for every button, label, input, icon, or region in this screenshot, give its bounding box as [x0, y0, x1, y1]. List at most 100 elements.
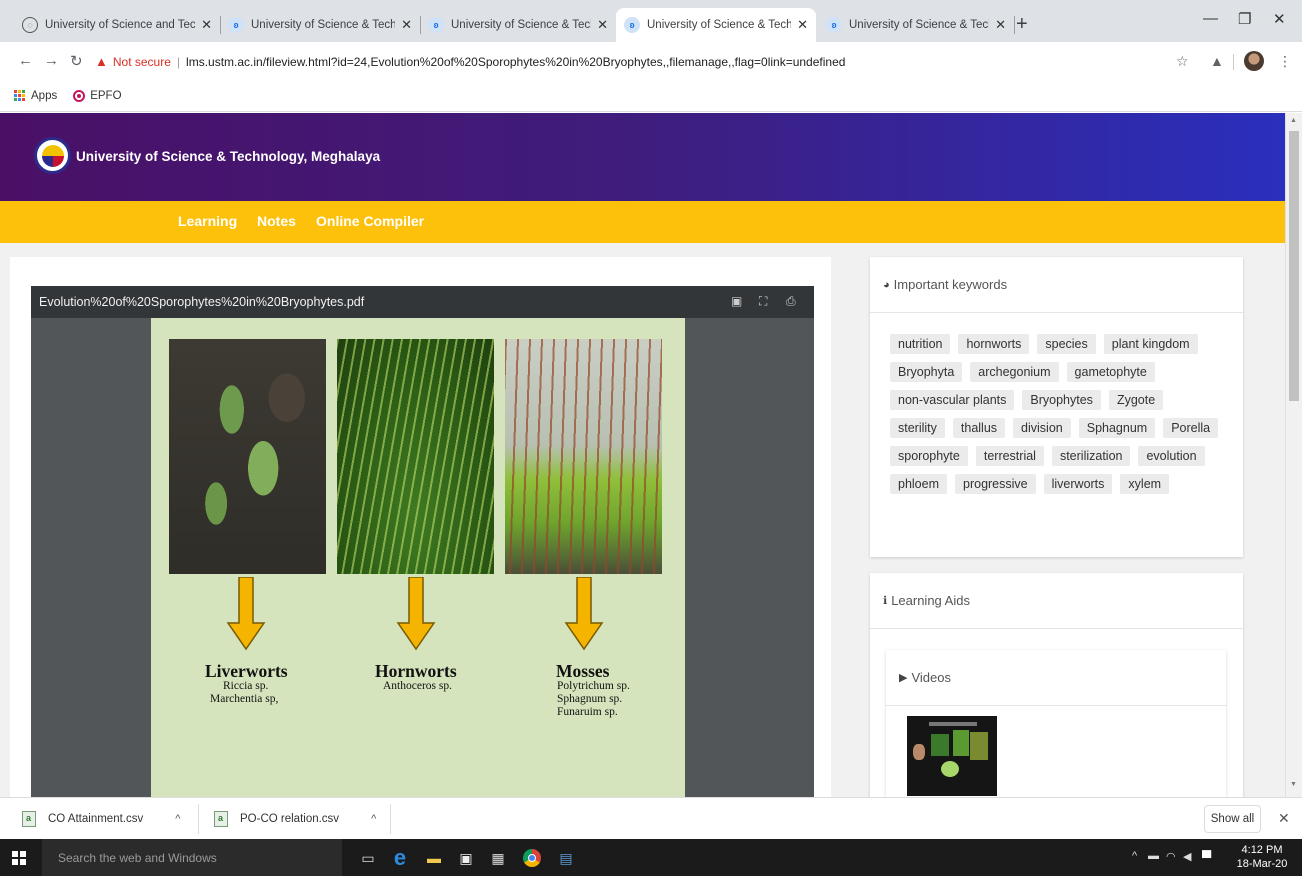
pdf-viewer[interactable]: Evolution%20of%20Sporophytes%20in%20Bryo… — [31, 286, 814, 797]
close-tab-icon[interactable]: ✕ — [597, 17, 608, 33]
windows-start-icon[interactable] — [12, 851, 26, 865]
present-icon[interactable]: ▣ — [731, 294, 742, 308]
page-scrollbar[interactable]: ▲ ▼ — [1285, 113, 1302, 797]
pdf-file-name: Evolution%20of%20Sporophytes%20in%20Bryo… — [39, 295, 365, 309]
keyword-tag[interactable]: sporophyte — [890, 446, 968, 466]
warning-icon: ▲ — [95, 54, 108, 69]
keyword-tag[interactable]: thallus — [952, 418, 1006, 438]
keyword-tag[interactable]: species — [1037, 334, 1096, 354]
globe-icon: ◌ — [22, 17, 38, 33]
species-label: Polytrichum sp. — [557, 680, 630, 692]
pdf-toolbar: Evolution%20of%20Sporophytes%20in%20Bryo… — [31, 286, 814, 318]
new-tab-button[interactable]: + — [1016, 13, 1028, 36]
close-window-icon[interactable]: ✕ — [1273, 10, 1286, 28]
keyword-tag[interactable]: xylem — [1120, 474, 1170, 494]
keyword-tag[interactable]: liverworts — [1043, 474, 1113, 494]
keyword-tag[interactable]: Zygote — [1108, 390, 1164, 410]
download-item[interactable]: CO Attainment.csv ^ — [22, 798, 180, 840]
security-status[interactable]: Not secure — [113, 55, 171, 69]
tab-title: University of Science & Technolo — [451, 19, 591, 31]
close-tab-icon[interactable]: ✕ — [401, 17, 412, 33]
edge-icon[interactable]: e — [390, 845, 410, 870]
store-icon[interactable]: ▣ — [456, 848, 476, 868]
browser-tab[interactable]: ʚ University of Science & Technolo ✕ — [220, 8, 421, 42]
extension-icon[interactable]: ▲ — [1210, 53, 1224, 69]
close-tab-icon[interactable]: ✕ — [201, 17, 212, 33]
bookmark-apps[interactable]: Apps — [31, 90, 57, 102]
keyword-tag[interactable]: Bryophytes — [1022, 390, 1101, 410]
tab-title: University of Science and Techno — [45, 19, 196, 31]
keyword-tag[interactable]: Bryophyta — [890, 362, 963, 382]
address-bar[interactable]: ▲ Not secure | lms.ustm.ac.in/fileview.h… — [95, 50, 845, 73]
scroll-up-icon[interactable]: ▲ — [1290, 117, 1297, 124]
keyword-tag[interactable]: Porella — [1163, 418, 1219, 438]
close-tab-icon[interactable]: ✕ — [797, 17, 808, 33]
lms-icon: ʚ — [228, 17, 244, 33]
close-downloads-icon[interactable]: ✕ — [1278, 810, 1290, 827]
chevron-up-icon[interactable]: ^ — [371, 813, 376, 825]
document-panel: Evolution%20of%20Sporophytes%20in%20Bryo… — [10, 257, 831, 797]
windows-taskbar: Search the web and Windows ▭ e ▬ ▣ ▦ ▤ ^… — [0, 839, 1302, 876]
star-icon[interactable]: ☆ — [1176, 53, 1189, 70]
nav-learning[interactable]: Learning — [178, 213, 237, 229]
keyword-tag[interactable]: progressive — [955, 474, 1036, 494]
word-app-icon[interactable]: ▤ — [556, 848, 576, 868]
keyword-tag[interactable]: hornworts — [958, 334, 1030, 354]
chevron-up-icon[interactable]: ^ — [175, 813, 180, 825]
keyword-tag[interactable]: gametophyte — [1066, 362, 1155, 382]
keyword-tag[interactable]: phloem — [890, 474, 947, 494]
maximize-icon[interactable]: ❐ — [1238, 10, 1251, 28]
nav-online-compiler[interactable]: Online Compiler — [316, 213, 424, 229]
minimize-icon[interactable]: — — [1203, 10, 1218, 27]
bookmark-epfo[interactable]: EPFO — [90, 90, 121, 102]
task-view-icon[interactable]: ▭ — [358, 848, 378, 868]
videos-header[interactable]: ▶ Videos — [886, 650, 1226, 706]
taskbar-search[interactable]: Search the web and Windows — [42, 839, 342, 876]
page-viewport: University of Science & Technology, Megh… — [0, 113, 1302, 797]
system-clock[interactable]: 4:12 PM 18-Mar-20 — [1236, 843, 1288, 871]
fullscreen-icon[interactable]: ⛶ — [759, 294, 767, 309]
download-file-name: CO Attainment.csv — [48, 813, 144, 825]
keyword-tag[interactable]: non-vascular plants — [890, 390, 1015, 410]
tab-title: University of Science & Technolo — [849, 19, 989, 31]
url-text[interactable]: lms.ustm.ac.in/fileview.html?id=24,Evolu… — [186, 55, 845, 69]
menu-kebab-icon[interactable]: ⋮ — [1278, 53, 1292, 70]
browser-tab-active[interactable]: ʚ University of Science & Technolo ✕ — [616, 8, 816, 42]
keyword-tag[interactable]: evolution — [1138, 446, 1205, 466]
wifi-icon[interactable]: ◠ — [1166, 850, 1176, 863]
scroll-down-icon[interactable]: ▼ — [1290, 781, 1297, 788]
nav-notes[interactable]: Notes — [257, 213, 296, 229]
browser-tab[interactable]: ◌ University of Science and Techno ✕ — [14, 8, 221, 42]
profile-avatar[interactable] — [1244, 51, 1264, 71]
calculator-icon[interactable]: ▦ — [488, 848, 508, 868]
keyword-tag[interactable]: Sphagnum — [1078, 418, 1156, 438]
keyword-tag[interactable]: nutrition — [890, 334, 951, 354]
tray-chevron-icon[interactable]: ^ — [1132, 850, 1137, 862]
volume-icon[interactable]: ◀ — [1183, 850, 1191, 863]
scroll-thumb[interactable] — [1289, 131, 1299, 401]
download-item[interactable]: PO-CO relation.csv ^ — [214, 798, 376, 840]
notification-icon[interactable]: ▀ — [1202, 850, 1211, 865]
file-explorer-icon[interactable]: ▬ — [424, 848, 444, 868]
chrome-icon[interactable] — [522, 848, 542, 868]
keyword-tag[interactable]: plant kingdom — [1103, 334, 1198, 354]
keyword-tag[interactable]: sterility — [890, 418, 945, 438]
learning-aids-title: Learning Aids — [891, 593, 970, 608]
keyword-tag[interactable]: sterilization — [1051, 446, 1131, 466]
reload-icon[interactable]: ↻ — [70, 52, 83, 70]
network-icon[interactable]: ▬ — [1148, 850, 1159, 862]
bookmarks-bar: Apps EPFO — [0, 80, 1302, 112]
university-logo[interactable] — [34, 137, 71, 174]
download-icon[interactable]: ⎙ — [786, 294, 796, 309]
keyword-tag[interactable]: terrestrial — [975, 446, 1044, 466]
keyword-tag[interactable]: archegonium — [970, 362, 1059, 382]
forward-icon[interactable]: → — [44, 52, 59, 69]
show-all-button[interactable]: Show all — [1204, 805, 1261, 833]
site-name[interactable]: University of Science & Technology, Megh… — [76, 149, 380, 164]
back-icon[interactable]: ← — [18, 52, 33, 69]
browser-tab[interactable]: ʚ University of Science & Technolo ✕ — [420, 8, 616, 42]
browser-tab[interactable]: ʚ University of Science & Technolo ✕ — [818, 8, 1015, 42]
close-tab-icon[interactable]: ✕ — [995, 17, 1006, 33]
keyword-tag[interactable]: division — [1013, 418, 1071, 438]
video-thumbnail[interactable] — [907, 716, 997, 796]
